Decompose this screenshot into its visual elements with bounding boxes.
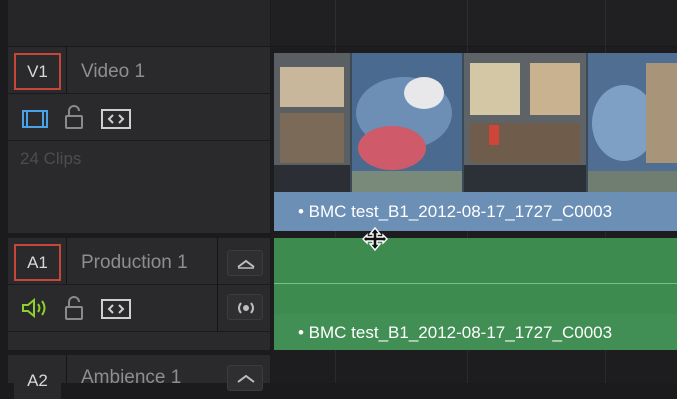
disclosure-button[interactable] bbox=[227, 365, 263, 391]
audio-clip[interactable]: • BMC test_B1_2012-08-17_1727_C0003 bbox=[274, 238, 677, 350]
disclosure-arrow-icon bbox=[237, 374, 255, 383]
clip-thumbnail-strip bbox=[274, 53, 677, 192]
track-name-ambience-1[interactable]: Ambience 1 bbox=[81, 367, 181, 389]
divider bbox=[66, 47, 67, 93]
audio-waveform bbox=[274, 283, 677, 284]
video-clip[interactable]: • BMC test_B1_2012-08-17_1727_C0003 bbox=[274, 53, 677, 231]
disclosure-arrow-icon bbox=[237, 259, 255, 269]
timeline-ruler[interactable] bbox=[271, 0, 677, 47]
ruler-tick bbox=[467, 0, 468, 46]
clip-view-icon[interactable] bbox=[22, 109, 48, 129]
audio-format-button[interactable] bbox=[227, 294, 263, 320]
divider bbox=[217, 238, 218, 331]
lock-icon[interactable] bbox=[64, 295, 84, 321]
disclosure-button[interactable] bbox=[227, 250, 263, 276]
lock-icon[interactable] bbox=[64, 104, 84, 130]
ruler-tick bbox=[605, 0, 606, 46]
clip-name: • BMC test_B1_2012-08-17_1727_C0003 bbox=[298, 202, 613, 221]
clip-name: • BMC test_B1_2012-08-17_1727_C0003 bbox=[298, 323, 613, 342]
track-name-production-1[interactable]: Production 1 bbox=[81, 252, 188, 274]
a1-info-row bbox=[8, 332, 270, 350]
speaker-icon[interactable] bbox=[20, 297, 50, 319]
divider bbox=[66, 238, 67, 284]
auto-select-icon[interactable] bbox=[101, 109, 131, 129]
clip-count: 24 Clips bbox=[20, 149, 82, 168]
track-badge-a2[interactable]: A2 bbox=[14, 362, 61, 399]
audio-format-icon bbox=[238, 302, 254, 314]
clip-label-bar: • BMC test_B1_2012-08-17_1727_C0003 bbox=[274, 192, 677, 231]
track-header-top bbox=[8, 0, 270, 47]
auto-select-icon[interactable] bbox=[101, 299, 131, 319]
resize-cursor-icon bbox=[362, 226, 388, 252]
track-badge-a1[interactable]: A1 bbox=[14, 244, 61, 281]
ruler-tick bbox=[335, 0, 336, 46]
divider bbox=[66, 355, 67, 383]
track-badge-v1[interactable]: V1 bbox=[14, 53, 61, 90]
track-name-video-1[interactable]: Video 1 bbox=[81, 61, 145, 83]
clip-label-bar: • BMC test_B1_2012-08-17_1727_C0003 bbox=[274, 314, 677, 350]
